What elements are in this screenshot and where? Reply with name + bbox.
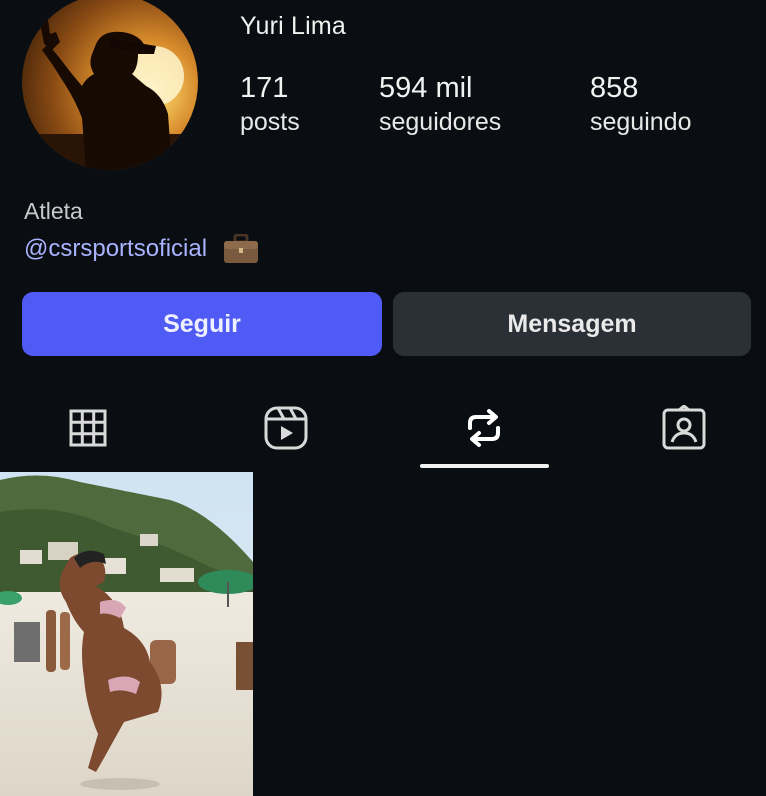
post-thumbnail[interactable]	[0, 472, 253, 796]
stat-posts[interactable]: 171 posts	[240, 70, 300, 138]
stat-posts-count: 171	[240, 72, 289, 104]
profile-avatar[interactable]	[22, 0, 198, 170]
avatar-silhouette	[22, 20, 198, 170]
bio-mention-link[interactable]: @csrsportsoficial	[24, 235, 207, 263]
stat-followers-count: 594 mil	[379, 72, 473, 104]
stat-followers[interactable]: 594 mil seguidores	[379, 70, 501, 138]
briefcase-icon	[224, 234, 259, 263]
grid-icon	[69, 409, 107, 447]
tab-reels[interactable]	[256, 398, 316, 458]
message-button[interactable]: Mensagem	[393, 292, 751, 356]
beach-photo	[0, 472, 253, 796]
active-tab-indicator	[420, 464, 549, 468]
stat-following-label: seguindo	[590, 108, 692, 136]
reels-icon	[264, 406, 308, 450]
follow-button[interactable]: Seguir	[22, 292, 382, 356]
bio-link-row: @csrsportsoficial	[24, 234, 259, 264]
repost-icon	[468, 409, 500, 447]
stat-posts-label: posts	[240, 108, 300, 136]
tab-posts-grid[interactable]	[58, 398, 118, 458]
tagged-icon	[662, 405, 706, 450]
tab-tagged[interactable]	[654, 398, 714, 458]
stat-following[interactable]: 858 seguindo	[590, 70, 691, 138]
bio-category: Atleta	[24, 198, 83, 224]
tab-reposts[interactable]	[454, 398, 514, 458]
profile-name: Yuri Lima	[240, 12, 347, 40]
stat-following-count: 858	[590, 72, 639, 104]
profile-page: Yuri Lima 171 posts 594 mil seguidores 8…	[0, 0, 766, 796]
stat-followers-label: seguidores	[379, 108, 502, 136]
